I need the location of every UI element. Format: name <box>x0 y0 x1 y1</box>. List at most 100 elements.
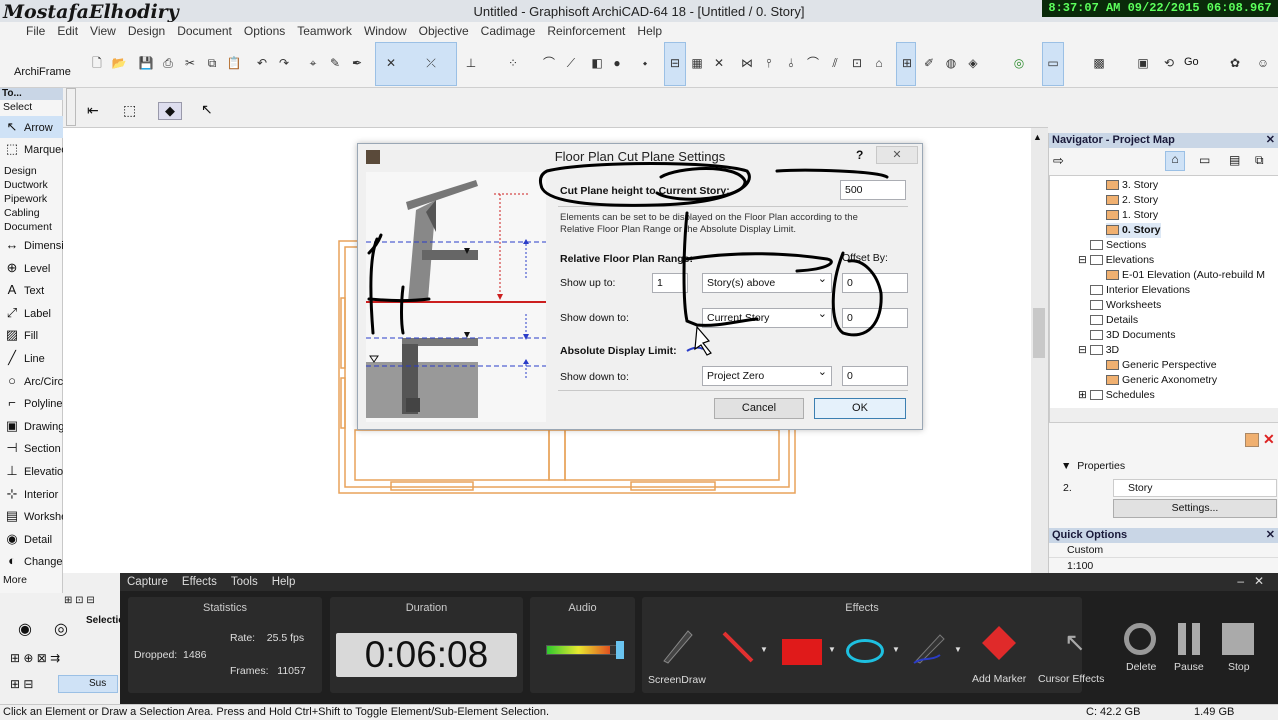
tree-story-1[interactable]: 1. Story <box>1106 208 1158 223</box>
tool-detail[interactable]: ◉ Detail <box>0 528 63 550</box>
menu-help[interactable]: Help <box>631 22 668 40</box>
menu-view[interactable]: View <box>84 22 122 40</box>
grid-snap-icon[interactable]: ⊥ <box>462 54 480 72</box>
audio-level-meter[interactable] <box>546 645 622 655</box>
suspend-groups[interactable]: Sus <box>58 675 118 693</box>
tool-line[interactable]: ╱ Line <box>0 347 63 369</box>
tool-arc-circle[interactable]: ○ Arc/Circle <box>0 370 63 392</box>
scroll-up-icon[interactable]: ▲ <box>1033 132 1042 142</box>
menu-teamwork[interactable]: Teamwork <box>291 22 358 40</box>
tree-generic-perspective[interactable]: Generic Perspective <box>1106 358 1217 373</box>
grid-icon[interactable]: ⁘ <box>504 54 522 72</box>
tree-elevation-e01[interactable]: E-01 Elevation (Auto-rebuild M <box>1106 268 1265 283</box>
quick-option-layer[interactable]: Custom <box>1049 543 1278 558</box>
eye-icon[interactable]: ◉ <box>18 619 32 639</box>
delete-icon[interactable]: ✕ <box>1263 431 1277 447</box>
chevron-down-icon[interactable]: ▼ <box>828 645 836 654</box>
chevron-down-icon[interactable]: ▼ <box>760 645 768 654</box>
menu-document[interactable]: Document <box>171 22 238 40</box>
drop-icon[interactable]: ⬩ <box>636 54 654 72</box>
toolbox-more[interactable]: More <box>3 574 27 586</box>
delete-label[interactable]: Delete <box>1126 661 1156 673</box>
menu-options[interactable]: Options <box>238 22 291 40</box>
tree-3d[interactable]: ⊟ 3D <box>1078 343 1119 358</box>
menu-design[interactable]: Design <box>122 22 171 40</box>
folder-icon[interactable]: ▭ <box>1199 153 1210 167</box>
pick-icon[interactable]: ✎ <box>326 54 344 72</box>
cursor-effects-label[interactable]: Cursor Effects <box>1038 673 1104 685</box>
pen-icon[interactable]: ⟋ <box>562 54 580 72</box>
group-cabling[interactable]: Cabling <box>4 206 52 220</box>
pin-icon[interactable]: ● <box>608 54 626 72</box>
tree-sections[interactable]: Sections <box>1090 238 1146 253</box>
tool-text[interactable]: A Text <box>0 279 63 301</box>
menu-cadimage[interactable]: Cadimage <box>475 22 542 40</box>
menu-objective[interactable]: Objective <box>413 22 475 40</box>
recorder-menu-help[interactable]: Help <box>265 573 303 591</box>
scroll-thumb[interactable] <box>1033 308 1045 358</box>
gravity-icon[interactable]: ⌒ <box>540 54 558 72</box>
guide-icon[interactable]: ⤫ <box>422 54 440 72</box>
tree-elevations[interactable]: ⊟ Elevations <box>1078 253 1154 268</box>
layer-icon[interactable]: ◧ <box>588 54 606 72</box>
add-marker-label[interactable]: Add Marker <box>972 673 1026 685</box>
tree-schedules[interactable]: ⊞ Schedules <box>1078 388 1155 403</box>
tool-marquee[interactable]: ⬚Marquee <box>0 138 63 160</box>
render-icon[interactable]: ✐ <box>920 54 938 72</box>
target-icon[interactable]: ◎ <box>1010 54 1028 72</box>
copy-icon[interactable]: ⧉ <box>203 54 221 72</box>
ellipse-tool-icon[interactable] <box>846 639 884 663</box>
open-icon[interactable]: 📂 <box>110 54 128 72</box>
intersect-icon[interactable]: ⫰ <box>782 54 800 72</box>
paste-icon[interactable]: 📋 <box>225 54 243 72</box>
trim-icon[interactable]: ⊡ <box>848 54 866 72</box>
eraser-icon[interactable]: ◆ <box>158 102 182 120</box>
highlighter-icon[interactable] <box>910 627 950 667</box>
tree-worksheets[interactable]: Worksheets <box>1090 298 1161 313</box>
recorder-menu-effects[interactable]: Effects <box>175 573 224 591</box>
offset-icon[interactable]: ⫽ <box>826 54 844 72</box>
print-icon[interactable]: ⎙ <box>159 54 177 72</box>
tool-dimension[interactable]: ↔ Dimension <box>0 234 64 256</box>
undo-icon[interactable]: ↶ <box>253 54 271 72</box>
table-icon[interactable]: ▦ <box>688 54 706 72</box>
window-icon[interactable]: ▣ <box>1134 54 1152 72</box>
minimize-icon[interactable]: – <box>1237 574 1244 588</box>
menu-reinforcement[interactable]: Reinforcement <box>541 22 631 40</box>
close-icon[interactable]: ✕ <box>1254 574 1264 588</box>
tool-worksheet[interactable]: ▤ Worksheet <box>0 505 63 527</box>
tool-interior[interactable]: ⊹ Interior <box>0 483 63 505</box>
pause-icon[interactable] <box>1178 623 1186 655</box>
publisher-icon[interactable]: ⧉ <box>1255 153 1264 168</box>
selection-method-icon[interactable]: ⬚ <box>123 102 136 119</box>
cut-plane-icon[interactable]: ⊟ <box>666 54 684 72</box>
teamwork-icon[interactable]: ⟲ <box>1160 54 1178 72</box>
save-icon[interactable]: 💾 <box>137 54 155 72</box>
go-button[interactable]: Go <box>1184 56 1199 68</box>
close-icon[interactable]: ✕ <box>1266 133 1275 148</box>
eye-off-icon[interactable]: ◎ <box>54 619 68 639</box>
roof-icon[interactable]: ⌂ <box>870 54 888 72</box>
redo-icon[interactable]: ↷ <box>275 54 293 72</box>
rectangle-tool-icon[interactable] <box>782 639 822 665</box>
menu-window[interactable]: Window <box>358 22 413 40</box>
layout-icon[interactable]: ▭ <box>1044 54 1062 72</box>
plan-icon[interactable]: ⊞ <box>898 54 916 72</box>
layout-book-icon[interactable]: ▤ <box>1229 153 1240 167</box>
pen-icon[interactable] <box>656 625 696 665</box>
screendraw-label[interactable]: ScreenDraw <box>648 674 706 686</box>
cursor-icon[interactable]: ↖ <box>1064 627 1086 658</box>
adjust-icon[interactable]: ⫯ <box>760 54 778 72</box>
recorder-menu-tools[interactable]: Tools <box>224 573 265 591</box>
publish-icon[interactable]: ▩ <box>1090 54 1108 72</box>
new-folder-icon[interactable] <box>1245 433 1259 447</box>
user-icon[interactable]: ☺ <box>1254 54 1272 72</box>
geometry-method-icon[interactable]: ⇤ <box>87 102 99 119</box>
home-icon[interactable]: ⌂ <box>1165 151 1185 171</box>
tree-story-2[interactable]: 2. Story <box>1106 193 1158 208</box>
paint-icon[interactable]: ◍ <box>942 54 960 72</box>
pause-icon-bar[interactable] <box>1192 623 1200 655</box>
menu-file[interactable]: File <box>20 22 51 40</box>
tool-arrow[interactable]: ↖ Arrow <box>0 116 63 138</box>
snap-icon[interactable]: ✕ <box>382 54 400 72</box>
